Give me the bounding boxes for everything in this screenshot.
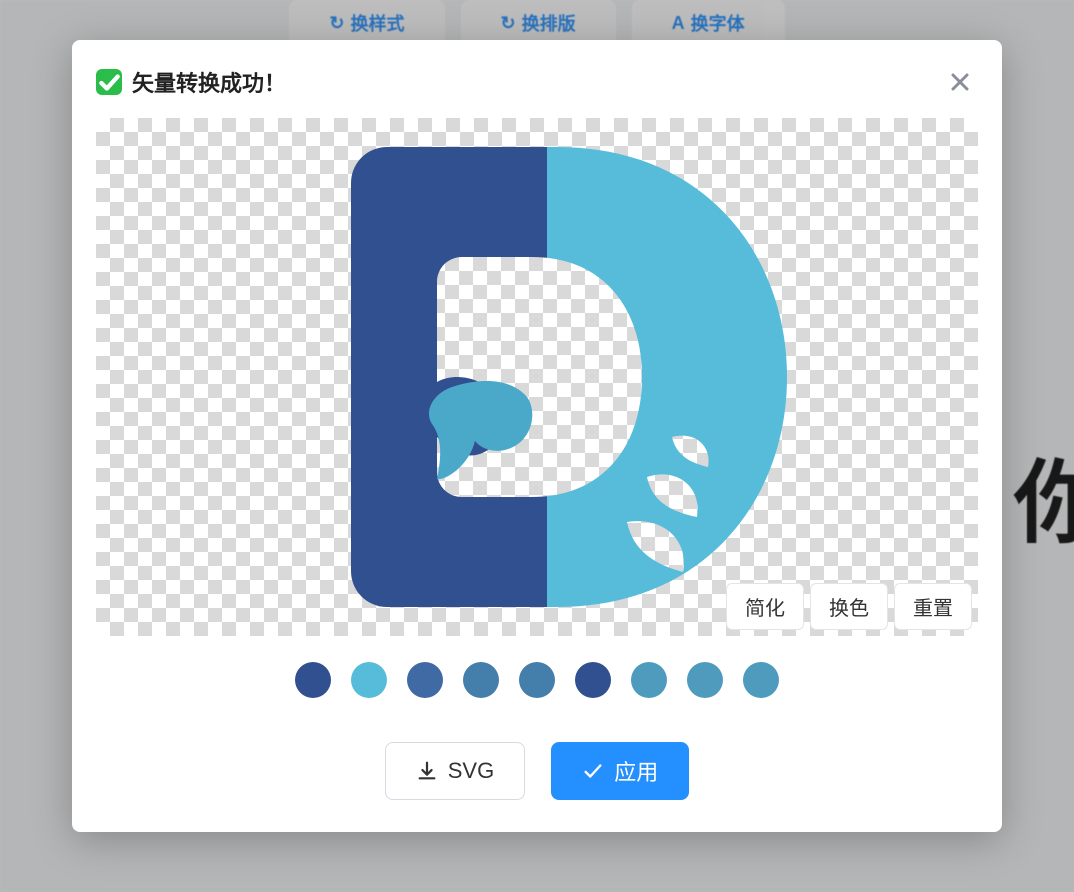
modal-title: 矢量转换成功！	[132, 66, 286, 98]
close-icon	[948, 70, 972, 94]
modal-header: 矢量转换成功！	[96, 64, 978, 100]
color-swatch[interactable]	[575, 662, 611, 698]
color-swatch[interactable]	[407, 662, 443, 698]
apply-button-label: 应用	[614, 755, 658, 787]
color-swatch[interactable]	[295, 662, 331, 698]
logo-preview: 简化 换色 重置	[96, 118, 978, 636]
color-swatch[interactable]	[687, 662, 723, 698]
vector-success-modal: 矢量转换成功！	[72, 40, 1002, 832]
recolor-button[interactable]: 换色	[810, 583, 888, 630]
color-swatch[interactable]	[519, 662, 555, 698]
check-icon	[582, 760, 604, 782]
apply-button[interactable]: 应用	[551, 742, 689, 800]
download-icon	[416, 760, 438, 782]
success-check-icon	[96, 69, 122, 95]
color-swatch[interactable]	[631, 662, 667, 698]
color-swatch-row	[96, 662, 978, 698]
modal-footer: SVG 应用	[96, 742, 978, 800]
svg-button-label: SVG	[448, 758, 494, 784]
color-swatch[interactable]	[351, 662, 387, 698]
color-swatch[interactable]	[743, 662, 779, 698]
color-swatch[interactable]	[463, 662, 499, 698]
simplify-button[interactable]: 简化	[726, 583, 804, 630]
logo-d-graphic	[277, 117, 797, 637]
preview-action-row: 简化 换色 重置	[726, 583, 972, 630]
close-button[interactable]	[942, 64, 978, 100]
download-svg-button[interactable]: SVG	[385, 742, 525, 800]
modal-title-wrap: 矢量转换成功！	[96, 66, 286, 98]
reset-button[interactable]: 重置	[894, 583, 972, 630]
